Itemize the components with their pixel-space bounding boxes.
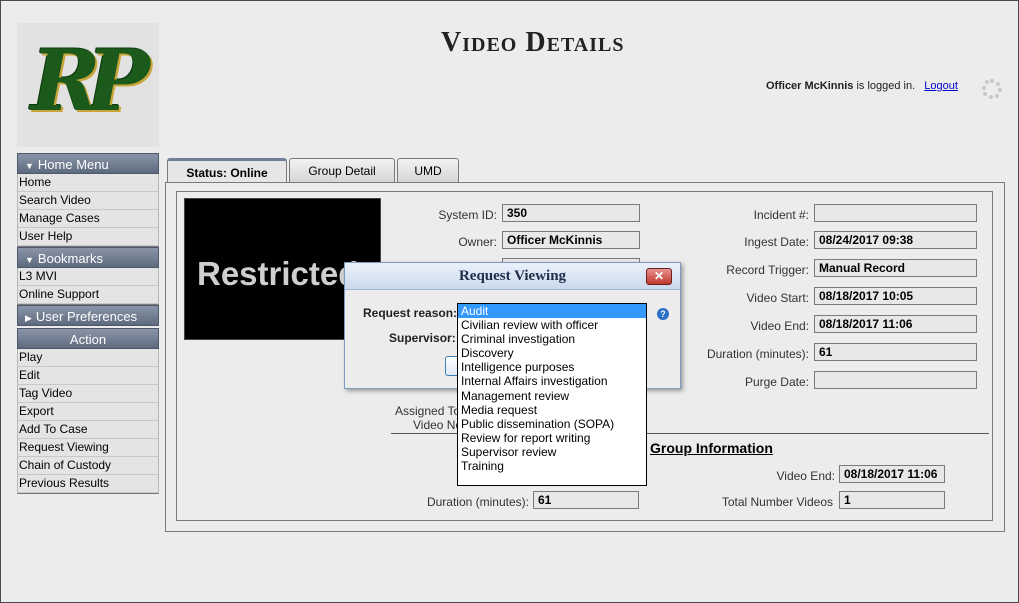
sidebar-item-play[interactable]: Play — [18, 349, 158, 367]
help-icon[interactable]: ? — [657, 308, 669, 320]
action-list: Play Edit Tag Video Export Add To Case R… — [17, 349, 159, 494]
system-id-field: 350 — [502, 204, 640, 222]
reason-option[interactable]: Intelligence purposes — [458, 360, 646, 374]
group-duration-label: Duration (minutes): — [426, 495, 529, 509]
logo: RP — [17, 23, 159, 147]
tab-status-online[interactable]: Status: Online — [167, 158, 287, 183]
video-end-label: Video End: — [750, 319, 810, 333]
reason-option[interactable]: Criminal investigation — [458, 332, 646, 346]
bookmarks-header[interactable]: ▼ Bookmarks — [17, 247, 159, 268]
group-video-end-field: 08/18/2017 11:06 — [839, 465, 945, 483]
video-start-label: Video Start: — [746, 291, 809, 305]
reason-option[interactable]: Supervisor review — [458, 445, 646, 459]
request-reason-label: Request reason: — [363, 306, 458, 320]
sidebar-item-l3-mvi[interactable]: L3 MVI — [18, 268, 158, 286]
sidebar-item-previous-results[interactable]: Previous Results — [18, 475, 158, 493]
sidebar-item-search-video[interactable]: Search Video — [18, 192, 158, 210]
total-videos-label: Total Number Videos — [721, 495, 833, 509]
reason-option[interactable]: Public dissemination (SOPA) — [458, 417, 646, 431]
reason-option[interactable]: Training — [458, 459, 646, 473]
video-start-field: 08/18/2017 10:05 — [814, 287, 977, 305]
total-videos-field: 1 — [839, 491, 945, 509]
sidebar-item-chain-of-custody[interactable]: Chain of Custody — [18, 457, 158, 475]
reason-option[interactable]: Review for report writing — [458, 431, 646, 445]
reason-option[interactable]: Management review — [458, 389, 646, 403]
ingest-date-field: 08/24/2017 09:38 — [814, 231, 977, 249]
logo-text: RP — [31, 31, 150, 130]
triangle-down-icon: ▼ — [25, 255, 34, 265]
login-suffix: is logged in. — [856, 80, 916, 92]
sidebar-item-add-to-case[interactable]: Add To Case — [18, 421, 158, 439]
sidebar-item-export[interactable]: Export — [18, 403, 158, 421]
sidebar-item-request-viewing[interactable]: Request Viewing — [18, 439, 158, 457]
reason-option[interactable]: Internal Affairs investigation — [458, 374, 646, 388]
login-status: Officer McKinnis is logged in. Logout — [766, 80, 958, 92]
tab-group-detail[interactable]: Group Detail — [289, 158, 395, 182]
sidebar-item-online-support[interactable]: Online Support — [18, 286, 158, 304]
video-notes-label: Video No — [413, 418, 463, 432]
page-title: Video Details — [441, 27, 625, 58]
assigned-to-label: Assigned To — [395, 404, 461, 418]
purge-date-field — [814, 371, 977, 389]
bookmarks-list: L3 MVI Online Support — [17, 268, 159, 305]
request-reason-dropdown-list[interactable]: Audit Civilian review with officer Crimina… — [457, 303, 647, 486]
triangle-down-icon: ▼ — [25, 161, 34, 171]
triangle-right-icon: ▶ — [25, 313, 32, 323]
login-user: Officer McKinnis — [766, 80, 854, 92]
restricted-overlay: Restricted — [197, 255, 359, 292]
loading-spinner-icon — [982, 79, 1002, 99]
logout-link[interactable]: Logout — [924, 80, 958, 92]
reason-option[interactable]: Civilian review with officer — [458, 318, 646, 332]
app-frame: RP Video Details Officer McKinnis is log… — [0, 0, 1019, 603]
home-menu-header[interactable]: ▼ Home Menu — [17, 153, 159, 174]
owner-label: Owner: — [458, 235, 497, 249]
home-menu-list: Home Search Video Manage Cases User Help — [17, 174, 159, 247]
sidebar-item-tag-video[interactable]: Tag Video — [18, 385, 158, 403]
ingest-date-label: Ingest Date: — [744, 235, 809, 249]
incident-field — [814, 204, 977, 222]
dialog-title: Request Viewing — [345, 263, 680, 290]
sidebar-item-home[interactable]: Home — [18, 174, 158, 192]
action-header: Action — [17, 328, 159, 349]
sidebar-item-user-help[interactable]: User Help — [18, 228, 158, 246]
incident-label: Incident #: — [753, 208, 809, 222]
system-id-label: System ID: — [438, 208, 497, 222]
reason-option[interactable]: Discovery — [458, 346, 646, 360]
purge-date-label: Purge Date: — [744, 375, 809, 389]
duration-field: 61 — [814, 343, 977, 361]
sidebar-item-manage-cases[interactable]: Manage Cases — [18, 210, 158, 228]
sidebar-item-edit[interactable]: Edit — [18, 367, 158, 385]
video-end-field: 08/18/2017 11:06 — [814, 315, 977, 333]
owner-field: Officer McKinnis — [502, 231, 640, 249]
sidebar: ▼ Home Menu Home Search Video Manage Case… — [17, 153, 159, 494]
close-icon[interactable]: ✕ — [646, 268, 672, 285]
record-trigger-label: Record Trigger: — [726, 263, 809, 277]
group-video-end-label: Video End: — [776, 469, 836, 483]
group-duration-field: 61 — [533, 491, 639, 509]
record-trigger-field: Manual Record — [814, 259, 977, 277]
reason-option[interactable]: Audit — [458, 304, 646, 319]
supervisor-label: Supervisor: — [389, 331, 456, 345]
duration-label: Duration (minutes): — [706, 347, 809, 361]
tab-umd[interactable]: UMD — [397, 158, 459, 182]
user-preferences-header[interactable]: ▶ User Preferences — [17, 305, 159, 326]
group-information-title: Group Information — [650, 440, 773, 456]
reason-option[interactable]: Media request — [458, 403, 646, 417]
